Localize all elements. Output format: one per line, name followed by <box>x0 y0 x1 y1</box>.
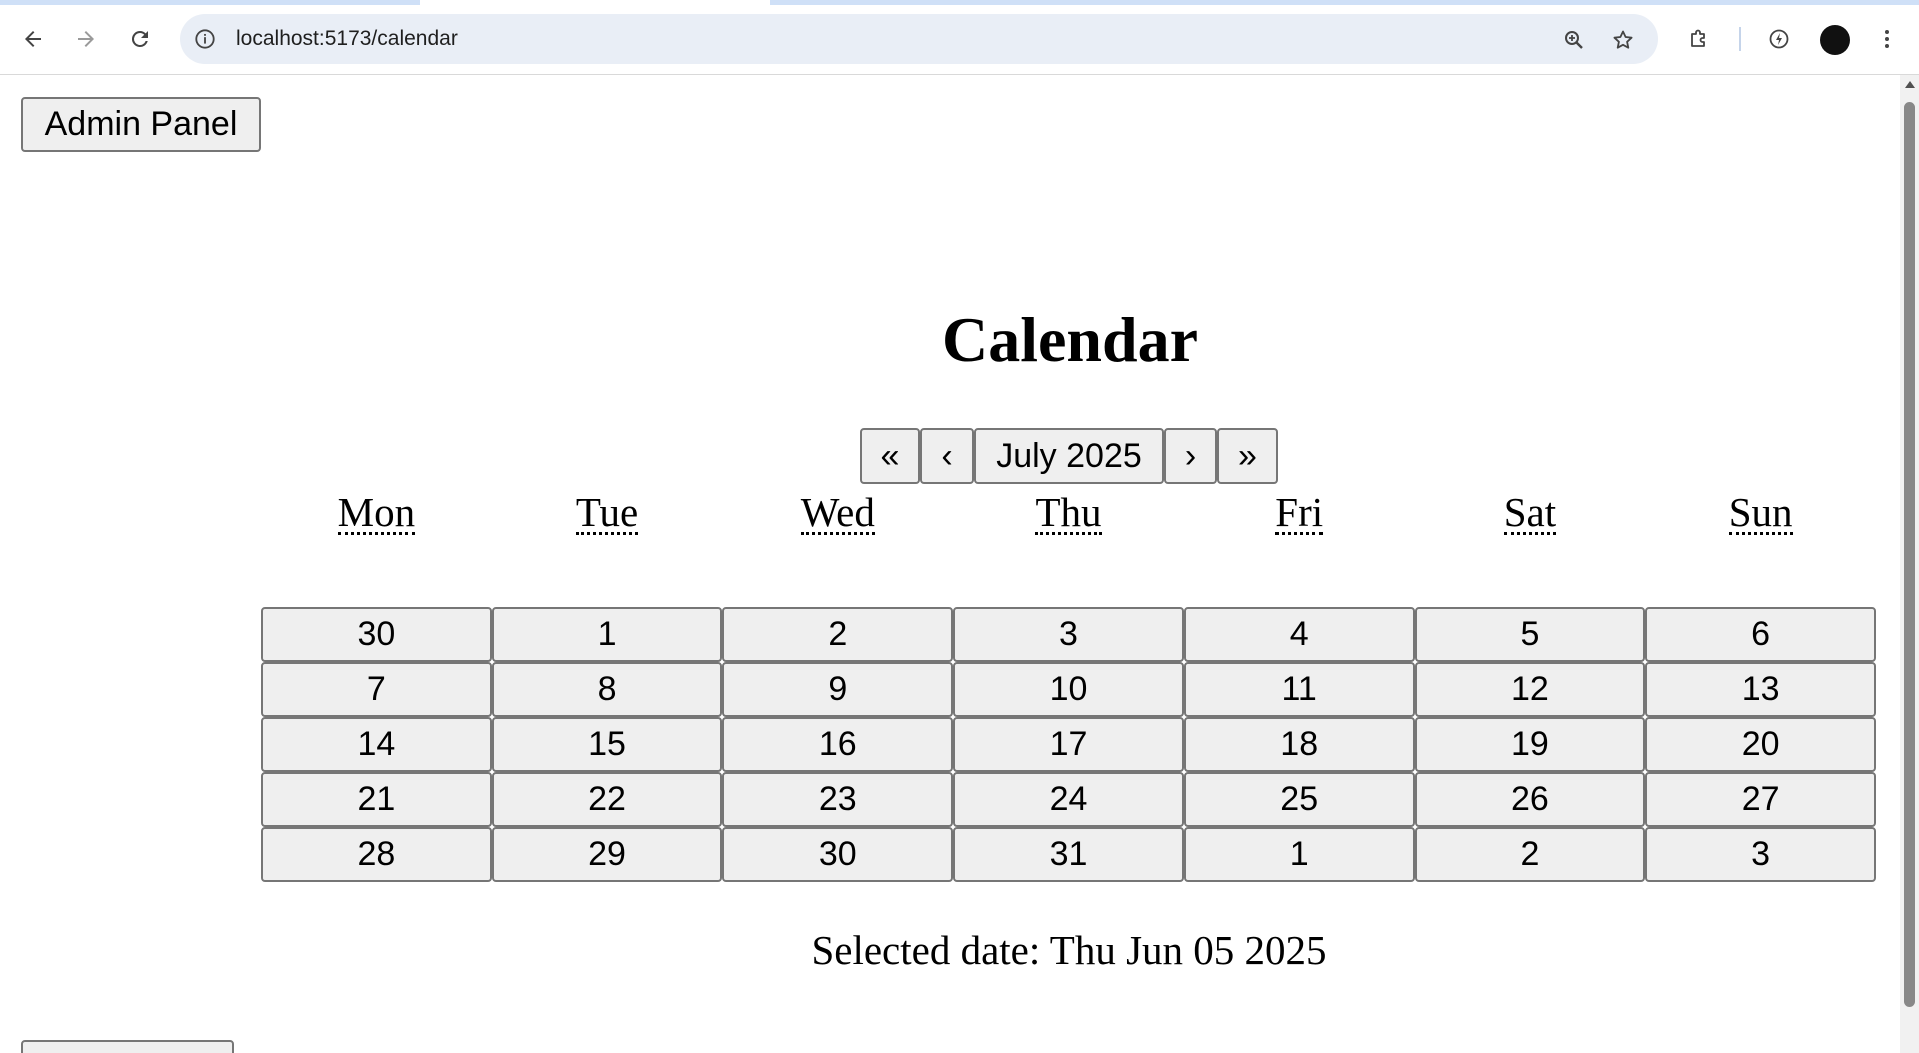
scroll-up-arrow-icon[interactable] <box>1905 81 1915 88</box>
day-tile[interactable]: 24 <box>953 772 1184 827</box>
day-tile[interactable]: 12 <box>1414 662 1646 717</box>
url-text[interactable]: localhost:5173/calendar <box>236 26 458 52</box>
prev-year-button[interactable]: « <box>860 428 920 484</box>
avatar[interactable] <box>1820 25 1850 55</box>
arrow-right-icon <box>78 31 94 47</box>
day-tile[interactable]: 5 <box>1414 607 1646 662</box>
day-tile[interactable]: 3 <box>953 607 1184 662</box>
day-grid: 30 1 2 3 4 5 6 7 8 9 10 11 12 13 14 15 16 17 18 19 20 21 22 23 2… <box>261 607 1876 882</box>
page-title: Calendar <box>942 304 1198 375</box>
day-tile[interactable]: 3 <box>1645 827 1876 882</box>
admin-panel-button[interactable]: Admin Panel <box>21 97 261 152</box>
extensions-button[interactable] <box>1680 20 1718 58</box>
day-tile[interactable]: 30 <box>722 827 954 882</box>
day-tile[interactable]: 23 <box>722 772 954 827</box>
tab-strip-accent <box>0 0 420 5</box>
day-tile[interactable]: 25 <box>1183 772 1415 827</box>
page-content: Admin Panel Calendar « ‹ July 2025 › » M… <box>0 75 1900 1053</box>
performance-button[interactable] <box>1760 20 1798 58</box>
tab-strip-accent <box>770 0 1919 5</box>
weekday-mon: Mon <box>337 489 416 535</box>
arrow-left-icon <box>25 31 41 47</box>
weekday-header: Mon Tue Wed Thu Fri Sat Sun <box>261 483 1876 541</box>
address-bar[interactable]: localhost:5173/calendar <box>180 14 1658 64</box>
day-tile[interactable]: 13 <box>1645 662 1876 717</box>
weekday-thu: Thu <box>1035 489 1102 535</box>
toolbar-divider <box>1739 27 1741 51</box>
day-tile[interactable]: 18 <box>1183 717 1415 772</box>
page-scrollbar[interactable] <box>1900 75 1919 1053</box>
next-month-button[interactable]: › <box>1164 428 1217 484</box>
day-tile[interactable]: 27 <box>1645 772 1876 827</box>
day-tile[interactable]: 8 <box>491 662 723 717</box>
puzzle-icon <box>1691 29 1705 47</box>
kebab-menu-icon <box>1885 30 1889 48</box>
day-tile[interactable]: 21 <box>261 772 492 827</box>
day-tile[interactable]: 2 <box>1414 827 1646 882</box>
selected-date-text: Selected date: Thu Jun 05 2025 <box>811 927 1327 973</box>
weekday-sun: Sun <box>1728 489 1793 535</box>
day-tile[interactable]: 29 <box>491 827 723 882</box>
day-tile[interactable]: 14 <box>261 717 492 772</box>
day-tile[interactable]: 4 <box>1183 607 1415 662</box>
reload-icon <box>131 30 148 47</box>
day-tile[interactable]: 1 <box>491 607 723 662</box>
day-tile[interactable]: 31 <box>953 827 1184 882</box>
day-tile[interactable]: 7 <box>261 662 492 717</box>
forward-button[interactable] <box>67 20 105 58</box>
day-tile[interactable]: 28 <box>261 827 492 882</box>
browser-toolbar: localhost:5173/calendar <box>0 0 1919 75</box>
bottom-button[interactable] <box>21 1040 234 1053</box>
scrollbar-thumb[interactable] <box>1904 102 1915 1007</box>
day-tile[interactable]: 11 <box>1183 662 1415 717</box>
weekday-fri: Fri <box>1275 489 1324 535</box>
weekday-wed: Wed <box>800 489 875 535</box>
month-label-button[interactable]: July 2025 <box>974 428 1164 484</box>
bolt-icon <box>1769 29 1789 49</box>
day-tile[interactable]: 16 <box>722 717 954 772</box>
weekday-tue: Tue <box>575 489 639 535</box>
day-tile[interactable]: 1 <box>1183 827 1415 882</box>
day-tile[interactable]: 22 <box>491 772 723 827</box>
day-tile[interactable]: 20 <box>1645 717 1876 772</box>
info-icon[interactable] <box>193 27 217 51</box>
day-tile[interactable]: 17 <box>953 717 1184 772</box>
next-year-button[interactable]: » <box>1217 428 1278 484</box>
browser-menu-button[interactable] <box>1868 20 1906 58</box>
day-tile[interactable]: 2 <box>722 607 954 662</box>
reload-button[interactable] <box>121 20 159 58</box>
day-tile[interactable]: 9 <box>722 662 954 717</box>
page-title-container: Calendar <box>0 300 1900 380</box>
day-tile[interactable]: 30 <box>261 607 492 662</box>
weekday-sat: Sat <box>1503 489 1557 535</box>
day-tile[interactable]: 6 <box>1645 607 1876 662</box>
day-tile[interactable]: 15 <box>491 717 723 772</box>
day-tile[interactable]: 10 <box>953 662 1184 717</box>
day-tile[interactable]: 26 <box>1414 772 1646 827</box>
zoom-in-icon[interactable] <box>1561 27 1587 53</box>
prev-month-button[interactable]: ‹ <box>920 428 974 484</box>
back-button[interactable] <box>14 20 52 58</box>
star-icon[interactable] <box>1610 27 1636 53</box>
day-tile[interactable]: 19 <box>1414 717 1646 772</box>
